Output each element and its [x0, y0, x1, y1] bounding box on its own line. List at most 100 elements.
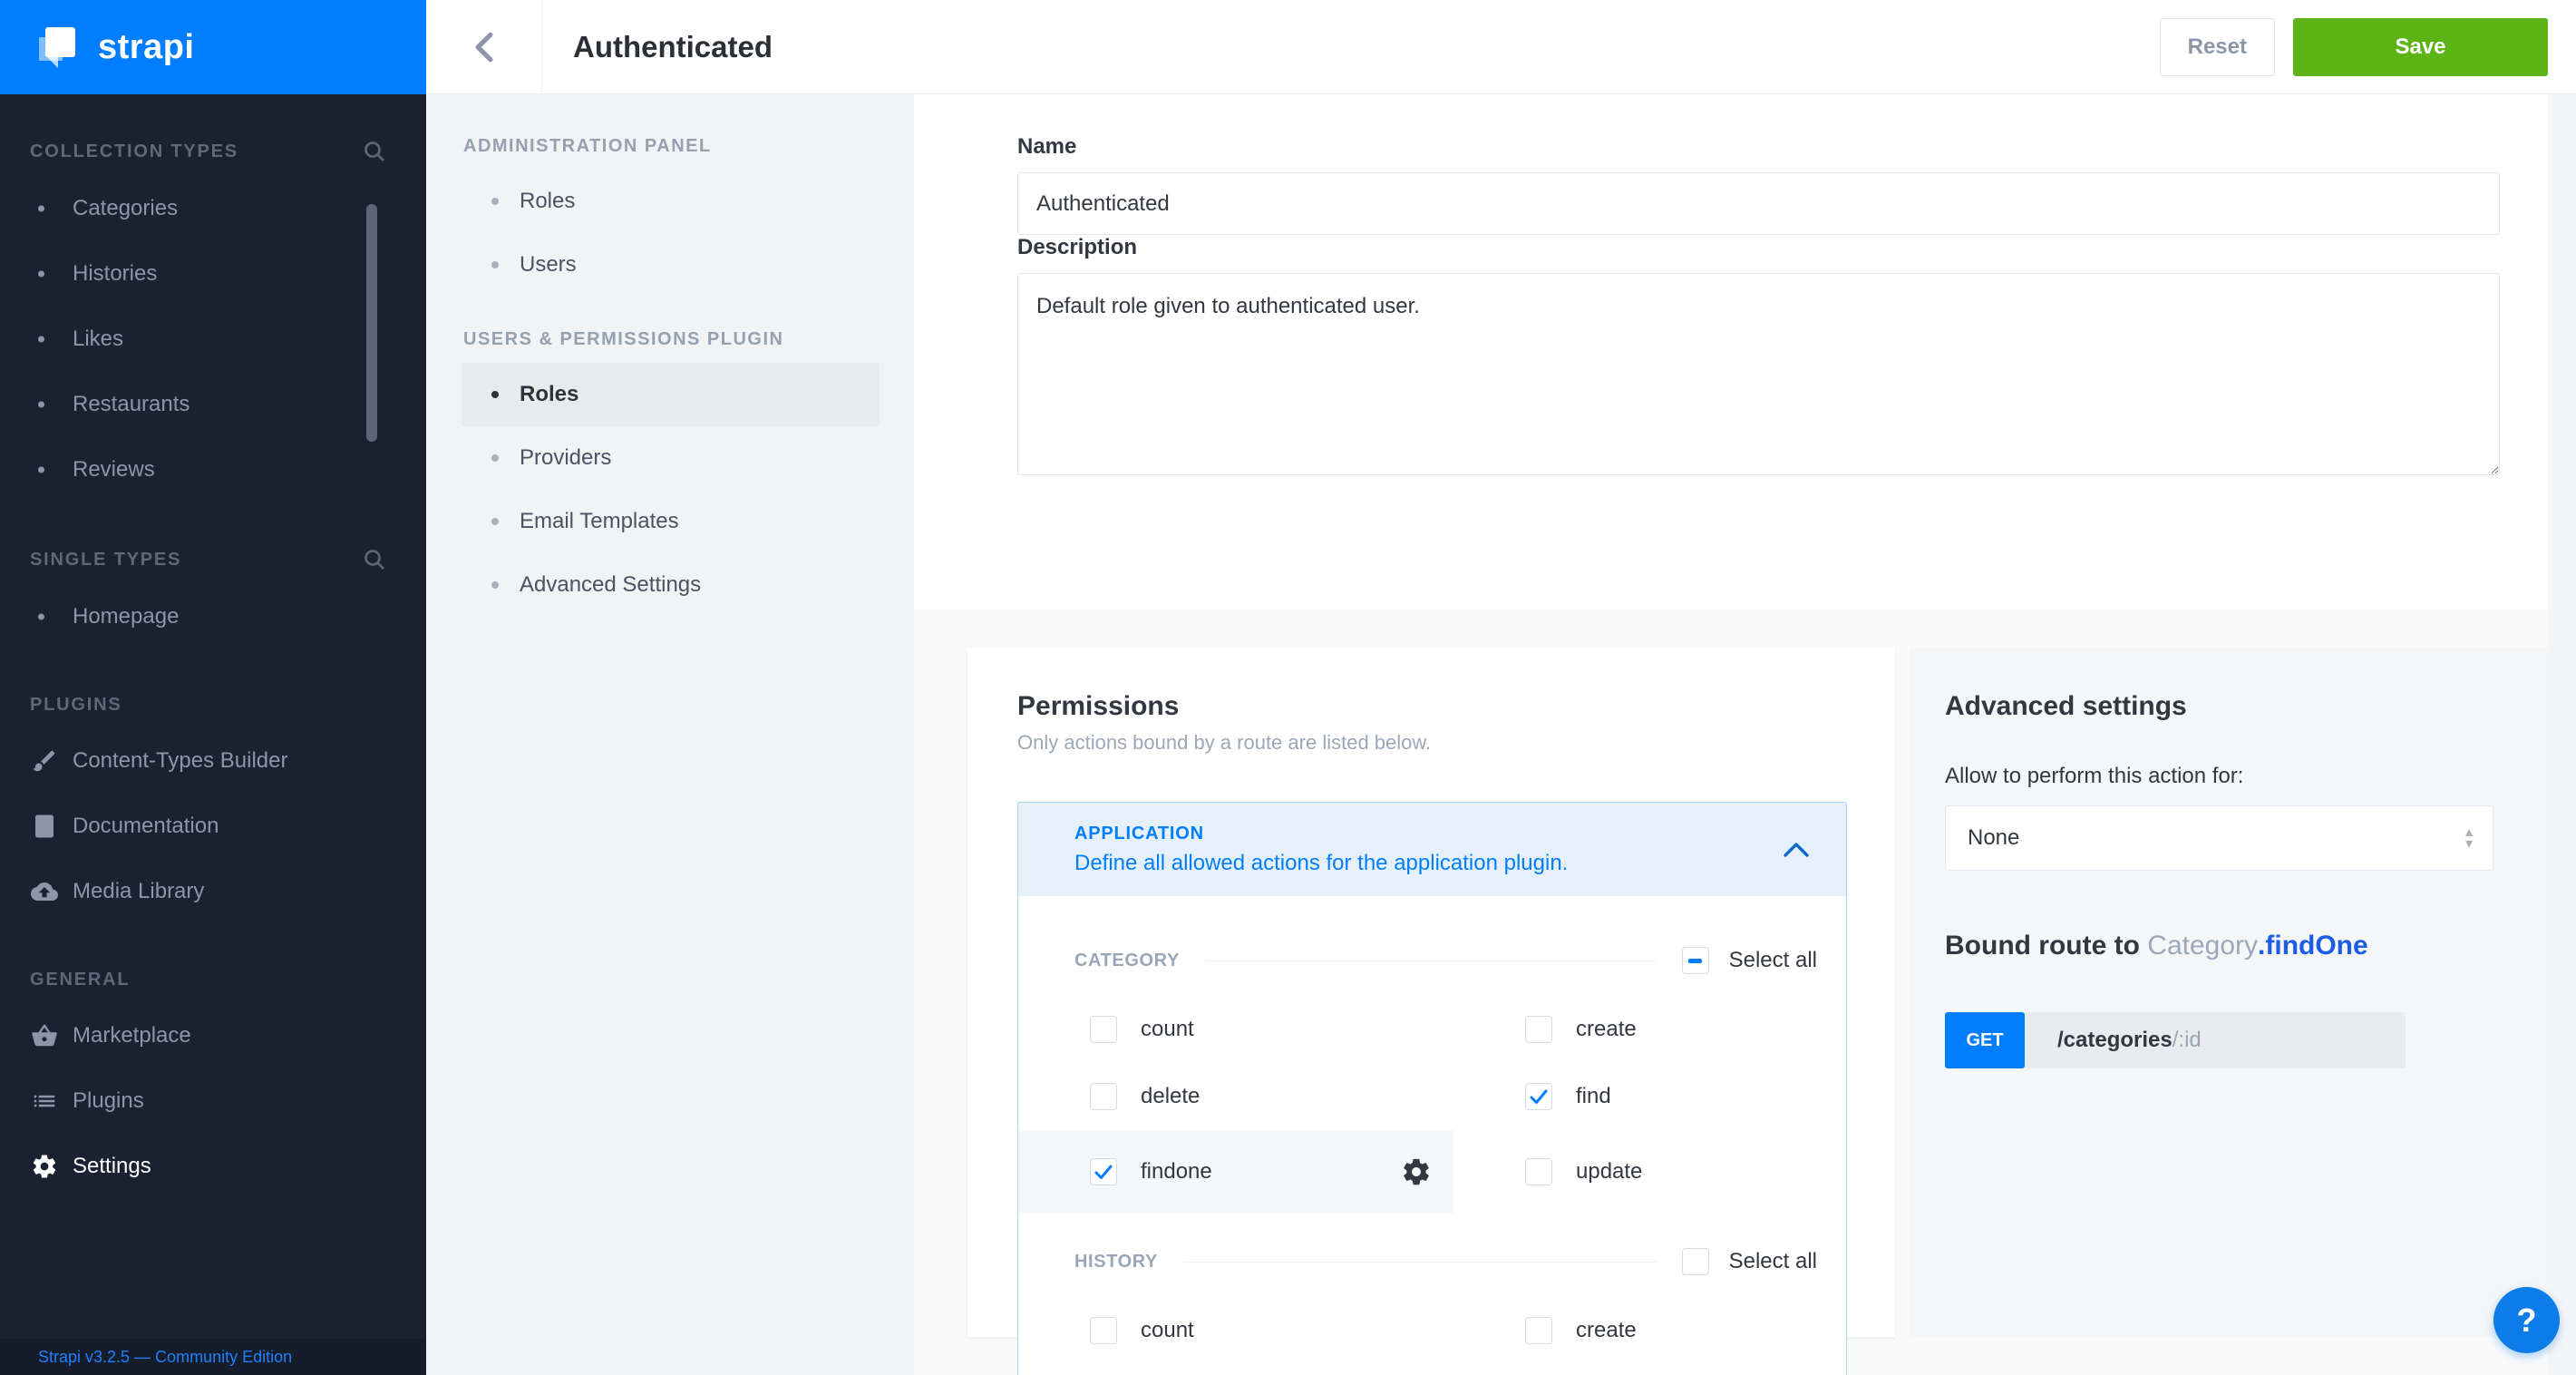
bound-route: GET /categories/:id [1945, 1012, 2406, 1068]
search-icon[interactable] [363, 140, 386, 163]
gear-icon [31, 1153, 58, 1180]
sidebar-section-collection-types: COLLECTION TYPES Categories Histories Li… [0, 140, 426, 502]
sidebar-section-title: COLLECTION TYPES [30, 141, 238, 162]
policy-select-value: None [1968, 825, 2019, 851]
sidebar-section-plugins: PLUGINS Content-Types Builder Documentat… [0, 695, 426, 924]
settings-subnav: ADMINISTRATION PANEL Roles Users USERS &… [426, 94, 914, 1375]
action-create: create [1453, 1297, 1846, 1364]
sidebar-item-restaurants[interactable]: Restaurants [0, 372, 426, 437]
permissions-title: Permissions [1017, 691, 1847, 722]
sidebar-section-general: GENERAL Marketplace Plugins Settings [0, 970, 426, 1199]
page-title: Authenticated [573, 30, 773, 64]
select-all-checkbox[interactable] [1682, 1248, 1709, 1275]
subnav-item-admin-users[interactable]: Users [462, 233, 880, 297]
advanced-settings-panel: Advanced settings Allow to perform this … [1910, 648, 2548, 1337]
application-accordion-header[interactable]: APPLICATION Define all allowed actions f… [1018, 803, 1846, 896]
sidebar-section-single-types: SINGLE TYPES Homepage [0, 548, 426, 649]
list-icon [31, 1087, 58, 1115]
reset-button[interactable]: Reset [2160, 18, 2275, 76]
sidebar-item-reviews[interactable]: Reviews [0, 437, 426, 502]
subnav-item-email-templates[interactable]: Email Templates [462, 490, 880, 553]
group-label: CATEGORY [1074, 951, 1180, 971]
permission-group-category: CATEGORY Select all count [1018, 947, 1846, 1214]
sidebar-section-title: SINGLE TYPES [30, 550, 181, 570]
action-findone: findone [1018, 1130, 1453, 1214]
checkbox-find[interactable] [1525, 1083, 1552, 1110]
sidebar-section-title: PLUGINS [30, 695, 122, 716]
sidebar-item-settings[interactable]: Settings [0, 1134, 426, 1199]
subnav-item-admin-roles[interactable]: Roles [462, 170, 880, 233]
strapi-logo-text: strapi [98, 28, 194, 67]
page-header: Authenticated Reset Save [426, 0, 2576, 94]
chevron-left-icon [473, 30, 495, 64]
sidebar-item-content-types-builder[interactable]: Content-Types Builder [0, 728, 426, 794]
name-label: Name [1017, 134, 1076, 159]
action-delete: delete [1018, 1063, 1453, 1130]
checkbox-count[interactable] [1090, 1016, 1117, 1043]
sidebar-item-likes[interactable]: Likes [0, 307, 426, 372]
paintbrush-icon [31, 747, 58, 775]
gear-icon[interactable] [1401, 1156, 1432, 1187]
checkbox-create[interactable] [1525, 1317, 1552, 1344]
permission-group-history: HISTORY Select all count [1018, 1248, 1846, 1364]
sidebar-item-plugins[interactable]: Plugins [0, 1068, 426, 1134]
name-input[interactable] [1017, 172, 2500, 235]
plugin-description: Define all allowed actions for the appli… [1074, 851, 1568, 876]
group-divider [1183, 1262, 1657, 1263]
permissions-card: Permissions Only actions bound by a rout… [967, 648, 1895, 1337]
back-button[interactable] [426, 0, 542, 93]
action-count: count [1018, 996, 1453, 1063]
action-policy-label: Allow to perform this action for: [1945, 764, 2493, 789]
strapi-logo[interactable]: strapi [0, 0, 426, 94]
subnav-item-roles[interactable]: Roles [462, 363, 880, 426]
checkbox-delete[interactable] [1090, 1083, 1117, 1110]
sidebar-scrollbar-thumb[interactable] [366, 204, 377, 442]
policy-select[interactable]: None ▴▾ [1945, 805, 2493, 871]
sidebar-item-media-library[interactable]: Media Library [0, 859, 426, 924]
plugin-name: APPLICATION [1074, 824, 1568, 844]
subnav-section-title: USERS & PERMISSIONS PLUGIN [426, 329, 914, 350]
subnav-item-providers[interactable]: Providers [462, 426, 880, 490]
advanced-settings-title: Advanced settings [1945, 691, 2493, 722]
basket-icon [31, 1022, 58, 1049]
chevron-up-icon [1783, 842, 1810, 858]
sidebar-section-title: GENERAL [30, 970, 130, 990]
strapi-logo-icon [34, 25, 78, 69]
sidebar-item-marketplace[interactable]: Marketplace [0, 1003, 426, 1068]
description-textarea[interactable]: Default role given to authenticated user… [1017, 273, 2500, 475]
bound-route-heading: Bound route to Category.findOne [1945, 931, 2493, 961]
application-accordion-body: CATEGORY Select all count [1018, 947, 1846, 1375]
checkbox-count[interactable] [1090, 1317, 1117, 1344]
select-all-history[interactable]: Select all [1682, 1248, 1817, 1275]
select-stepper-icon: ▴▾ [2465, 826, 2473, 850]
group-label: HISTORY [1074, 1252, 1158, 1273]
action-count: count [1018, 1297, 1453, 1364]
strapi-admin-page: strapi COLLECTION TYPES Categories Histo… [0, 0, 2576, 1375]
sidebar-item-homepage[interactable]: Homepage [0, 584, 426, 649]
checkbox-update[interactable] [1525, 1158, 1552, 1185]
sidebar-item-categories[interactable]: Categories [0, 176, 426, 241]
sidebar-item-documentation[interactable]: Documentation [0, 794, 426, 859]
permissions-subtitle: Only actions bound by a route are listed… [1017, 731, 1847, 755]
sidebar-item-histories[interactable]: Histories [0, 241, 426, 307]
subnav-item-advanced-settings[interactable]: Advanced Settings [462, 553, 880, 617]
http-method-badge: GET [1945, 1012, 2025, 1068]
checkbox-create[interactable] [1525, 1016, 1552, 1043]
checkbox-findone[interactable] [1090, 1158, 1117, 1185]
select-all-category[interactable]: Select all [1682, 947, 1817, 974]
book-icon [31, 813, 58, 840]
route-path: /categories/:id [2025, 1012, 2406, 1068]
strapi-version-link[interactable]: Strapi v3.2.5 — Community Edition [38, 1348, 292, 1367]
application-accordion: APPLICATION Define all allowed actions f… [1017, 802, 1847, 1375]
main-scrollbar-track[interactable] [2548, 94, 2576, 1375]
save-button[interactable]: Save [2293, 18, 2548, 76]
main-sidebar: strapi COLLECTION TYPES Categories Histo… [0, 0, 426, 1375]
select-all-checkbox[interactable] [1682, 947, 1709, 974]
description-label: Description [1017, 235, 1137, 259]
help-button[interactable]: ? [2493, 1287, 2560, 1353]
subnav-section-users-permissions-plugin: USERS & PERMISSIONS PLUGIN Roles Provide… [426, 329, 914, 617]
role-form: Name Description Default role given to a… [914, 94, 2548, 609]
search-icon[interactable] [363, 548, 386, 571]
subnav-section-title: ADMINISTRATION PANEL [426, 136, 914, 157]
action-find: find [1453, 1063, 1846, 1130]
